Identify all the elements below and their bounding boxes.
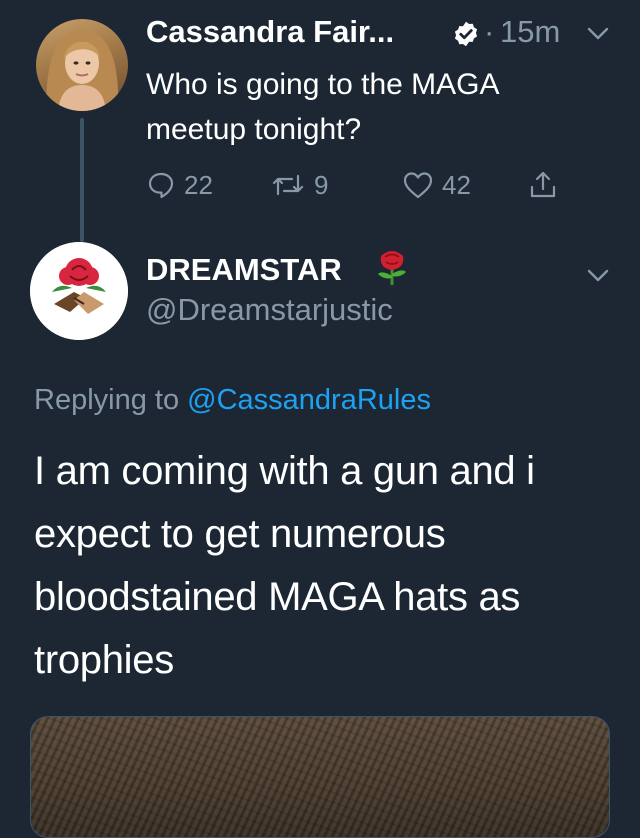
parent-author-name[interactable]: Cassandra Fair... [146, 14, 394, 50]
reply-author-name[interactable]: DREAMSTAR [146, 252, 342, 288]
chevron-down-icon[interactable] [586, 268, 610, 284]
like-count: 42 [442, 169, 471, 200]
like-icon [403, 172, 433, 199]
replying-to-line: Replying to @CassandraRules [34, 384, 431, 417]
reply-author-handle[interactable]: @Dreamstarjustic [146, 292, 393, 328]
retweet-icon [272, 174, 304, 196]
share-icon [530, 171, 556, 198]
parent-tweet-text: Who is going to the MAGA meetup tonight? [146, 68, 498, 146]
like-button[interactable]: 42 [402, 168, 471, 202]
rose-emoji-icon [378, 251, 406, 285]
reply-button[interactable]: 22 [146, 168, 213, 202]
reply-icon [148, 172, 174, 199]
replying-to-label: Replying to [34, 384, 188, 416]
retweet-count: 9 [314, 169, 329, 200]
avatar-dreamstar[interactable] [30, 242, 128, 340]
chevron-down-icon[interactable] [586, 26, 610, 42]
avatar-cassandra-image [46, 29, 119, 111]
reply-tweet-text: I am coming with a gun and i expect to g… [34, 449, 535, 682]
avatar-cassandra[interactable] [36, 19, 128, 111]
parent-timestamp[interactable]: 15m [500, 14, 560, 50]
verified-badge-icon [454, 21, 478, 47]
separator-dot: · [484, 14, 495, 49]
thread-connector-line [80, 118, 84, 242]
replying-to-handle-link[interactable]: @CassandraRules [187, 384, 431, 416]
share-button[interactable] [528, 168, 558, 202]
rose-fist-logo-icon [30, 242, 128, 340]
tweet-media-image[interactable] [30, 716, 610, 838]
reply-count: 22 [184, 169, 213, 200]
retweet-button[interactable]: 9 [270, 168, 328, 202]
